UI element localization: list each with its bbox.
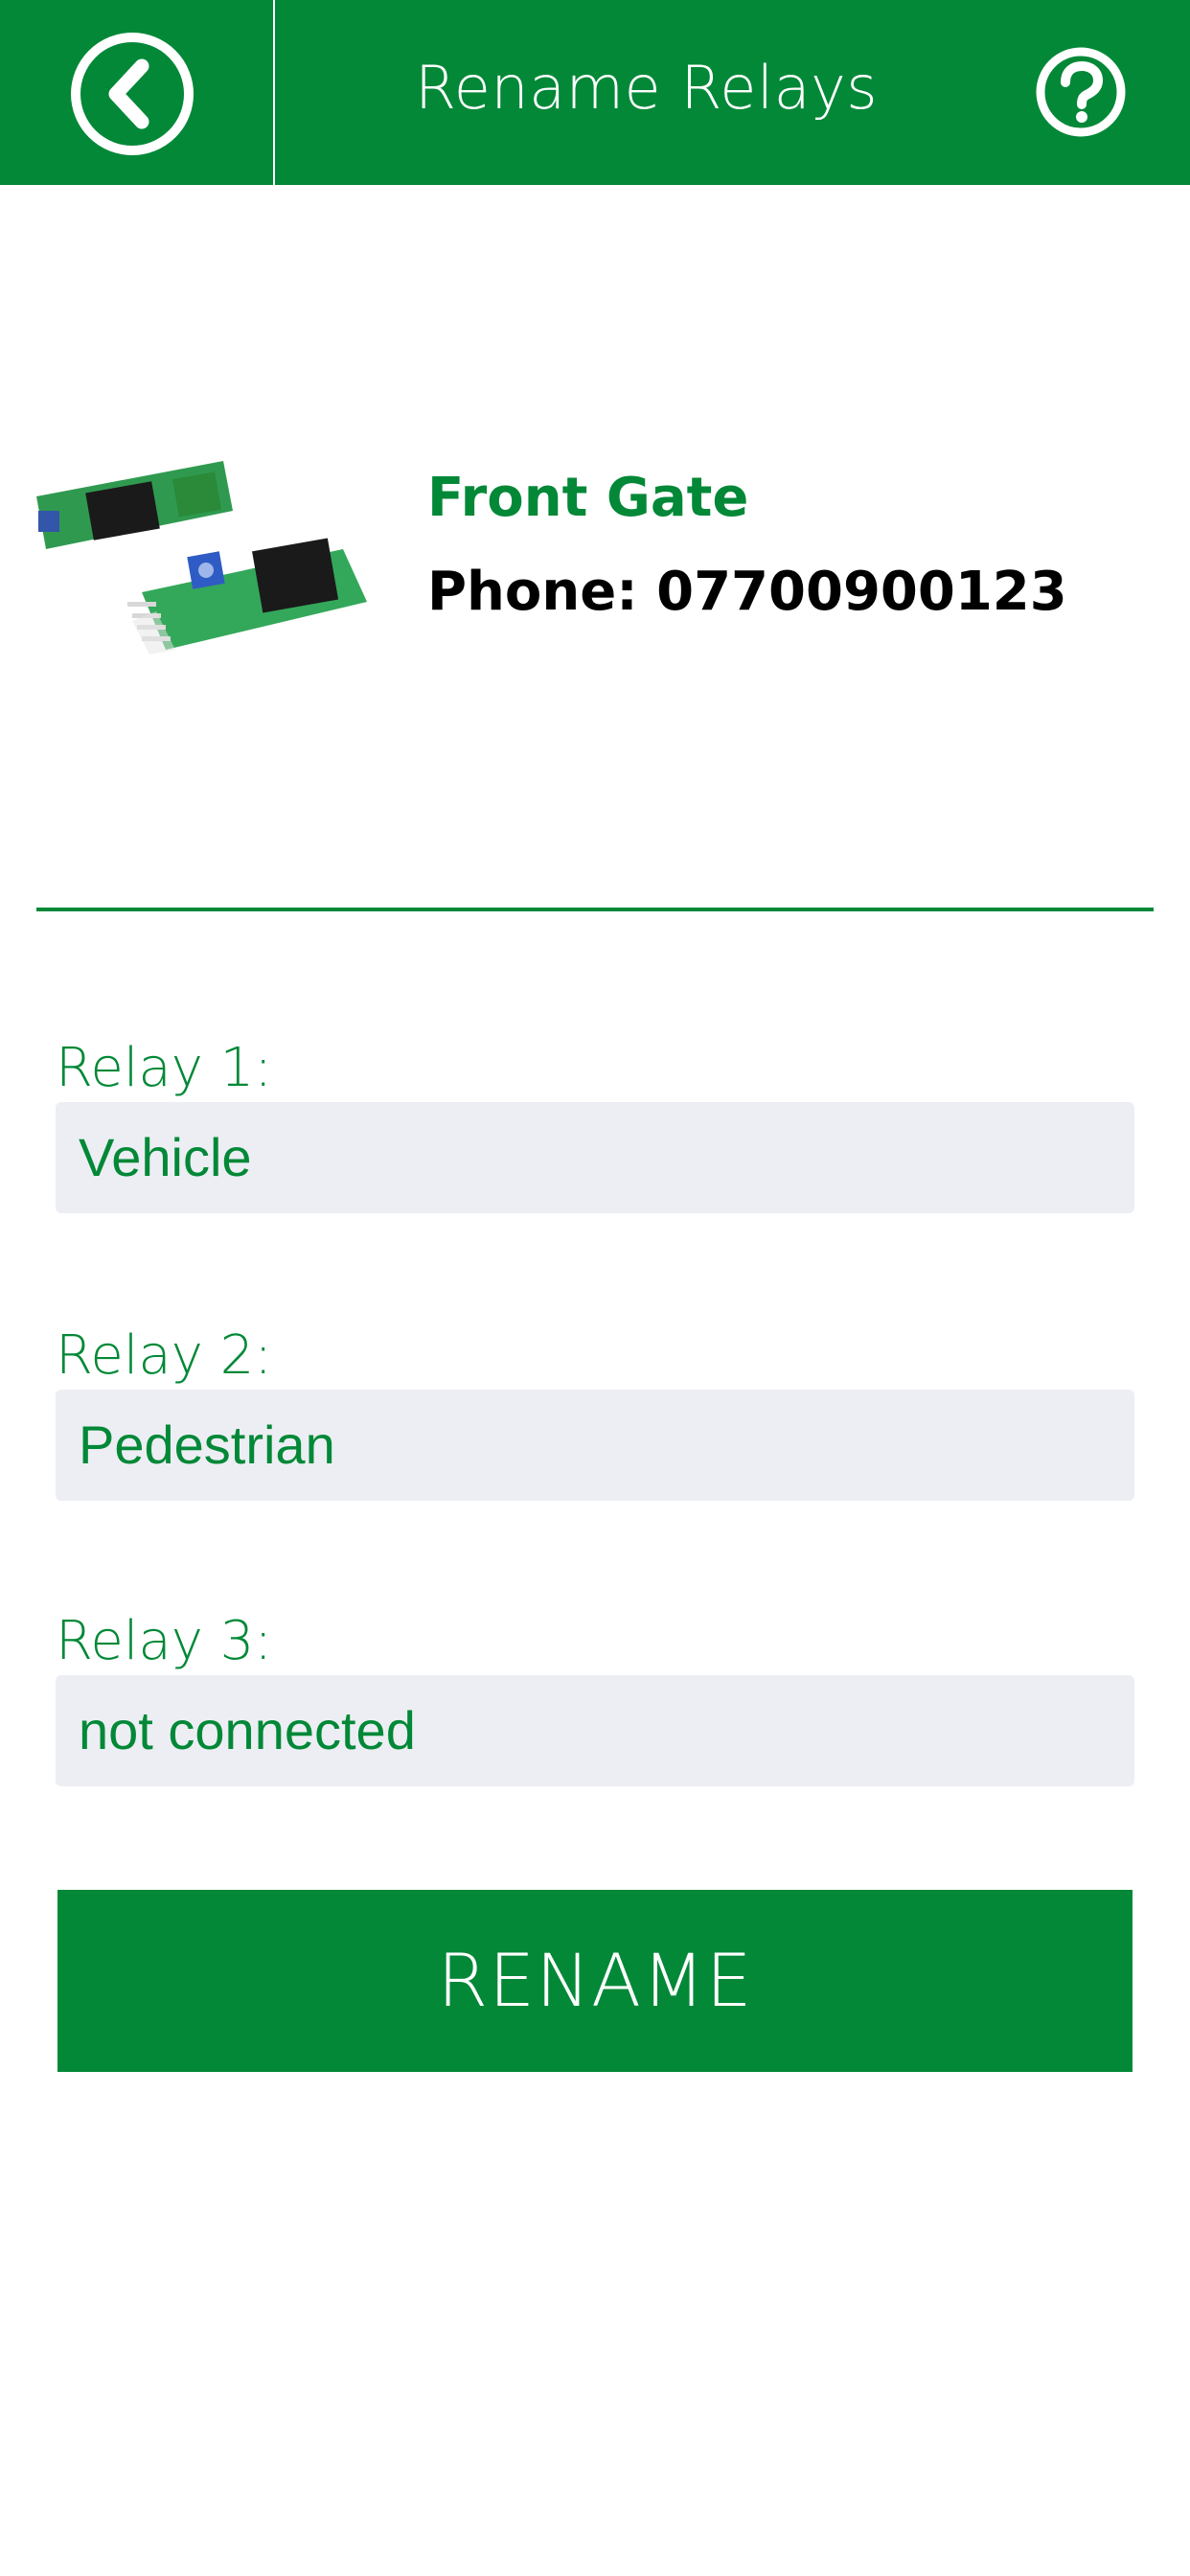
question-circle-icon [1036,47,1126,137]
page-title: Rename Relays [414,53,879,123]
device-name: Front Gate [427,467,749,529]
chevron-left-circle-icon [71,33,194,155]
relay-3-input[interactable]: not connected [56,1675,1134,1786]
back-button[interactable] [0,0,275,185]
header-bar: Rename Relays [0,0,1190,185]
relay-1-input[interactable]: Vehicle [56,1102,1134,1213]
device-phone: Phone: 07700900123 [427,561,1067,623]
relay-3-label: Relay 3: [56,1610,273,1672]
relay-board-photo [36,458,372,698]
rename-button[interactable]: RENAME [57,1890,1133,2072]
relay-2-label: Relay 2: [56,1324,273,1387]
relay-1-label: Relay 1: [56,1037,273,1099]
rename-relays-screen: Rename Relays Front Gate Phone: 07700900… [0,0,1190,2576]
relay-2-input[interactable]: Pedestrian [56,1390,1134,1501]
divider [36,908,1154,911]
help-button[interactable] [1035,46,1127,138]
